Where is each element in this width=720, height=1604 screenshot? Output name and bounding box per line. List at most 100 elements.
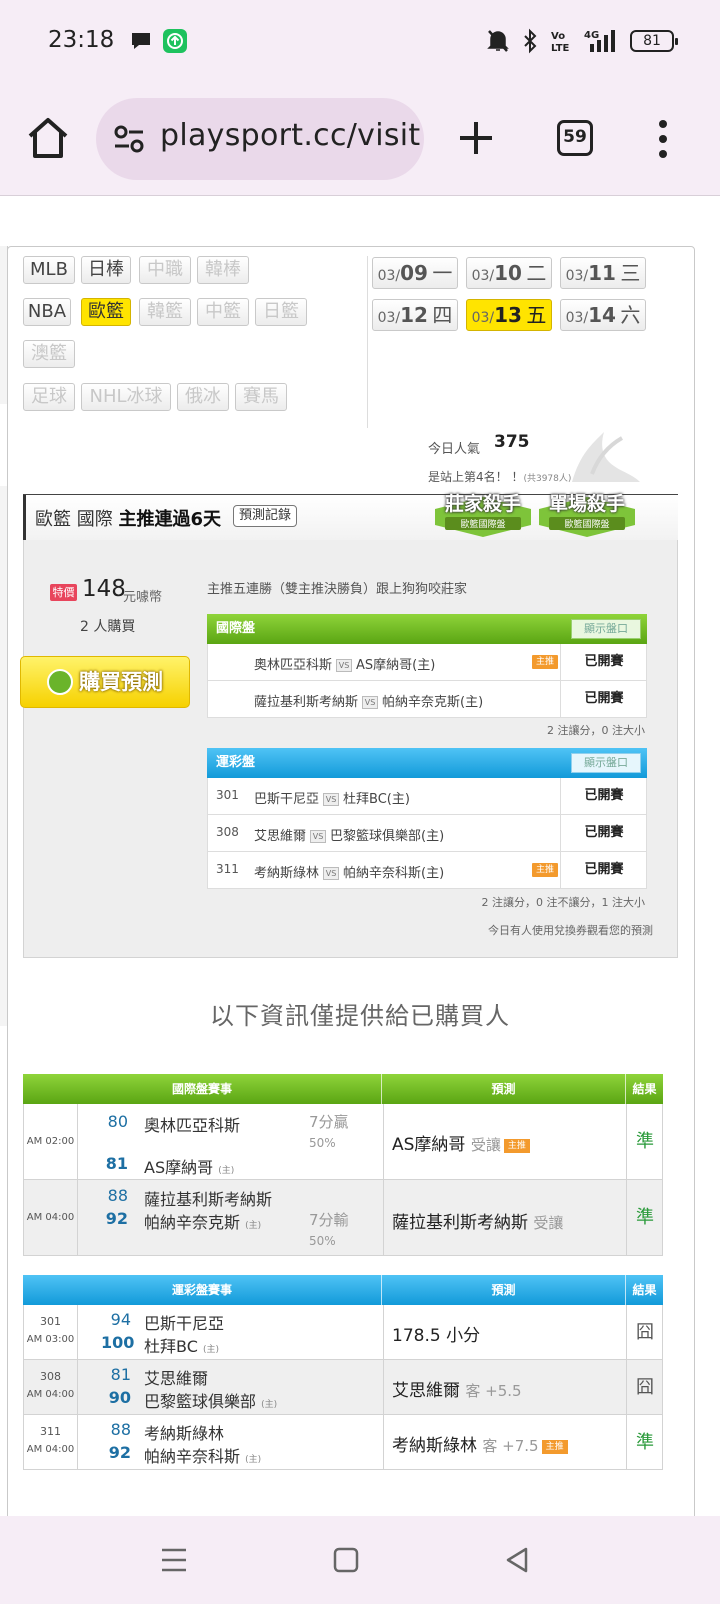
away-team: 巴斯干尼亞	[144, 1314, 225, 1333]
more-menu-icon[interactable]	[656, 118, 670, 160]
away-team: 薩拉基利斯考納斯	[144, 1190, 273, 1209]
match-number: 311	[216, 862, 239, 876]
address-bar[interactable]: playsport.cc/visit	[96, 98, 424, 180]
home-team: 巴黎籃球俱樂部 (主)	[144, 1388, 277, 1412]
prediction-cell: 考納斯綠林 客 +7.5 主推	[383, 1415, 627, 1469]
sport-tab-5[interactable]: 歐籃	[81, 298, 131, 326]
prediction-type: 受讓	[533, 1214, 564, 1232]
handicap-percent: 50%	[309, 1136, 336, 1150]
coin-icon	[47, 669, 73, 695]
home-team-name: 巴黎籃球俱樂部	[144, 1392, 257, 1411]
chat-bubble-icon	[132, 33, 150, 49]
vs-icon: VS	[336, 659, 353, 672]
new-tab-icon[interactable]	[452, 112, 500, 164]
date-day: 11	[588, 261, 616, 285]
home-icon[interactable]	[24, 112, 72, 164]
app-update-icon	[163, 29, 187, 53]
show-odds-button[interactable]: 顯示盤口	[571, 753, 641, 773]
prediction-team: AS摩納哥	[392, 1135, 466, 1155]
home-mark: (主)	[202, 1345, 219, 1355]
home-mark: (主)	[245, 1455, 262, 1465]
col-match: 國際盤賽事	[23, 1074, 382, 1104]
home-score: 90	[108, 1388, 131, 1407]
prediction-record-button[interactable]: 預測記錄	[233, 505, 298, 527]
home-score: 92	[108, 1443, 131, 1462]
home-team: 帕納辛奈克斯 (主)	[144, 1209, 261, 1233]
sport-tab-7[interactable]: 中籃	[197, 298, 249, 326]
volte-icon: VoLTE	[551, 31, 570, 54]
match-status: 已開賽	[560, 815, 647, 851]
date-month: 03/	[471, 310, 495, 326]
sport-tab-11[interactable]: NHL冰球	[81, 383, 171, 411]
tab-switcher-button[interactable]: 59	[557, 120, 593, 156]
sport-tab-10[interactable]: 足球	[23, 383, 75, 411]
sport-tab-1[interactable]: 日棒	[81, 256, 131, 284]
prediction-cell: AS摩納哥 受讓 主推	[383, 1104, 627, 1179]
col-result: 結果	[632, 1082, 657, 1096]
match-teams: 艾思維爾 VS 巴黎籃球俱樂部(主)	[254, 825, 444, 844]
badge-subtitle: 歐籃國際盤	[549, 517, 625, 530]
match-teams: 巴斯干尼亞 VS 杜拜BC(主)	[254, 788, 410, 807]
date-tab-5[interactable]: 03/14 六	[560, 299, 646, 331]
result-mark: 準	[636, 1207, 654, 1228]
result-row: 301 AM 03:00 94 巴斯干尼亞 100 杜拜BC (主) 178.5 小分 囧	[23, 1305, 663, 1360]
home-team: 帕納辛奈科斯(主)	[343, 866, 445, 881]
home-team-name: 帕納辛奈科斯	[144, 1447, 241, 1466]
vs-icon: VS	[323, 793, 340, 806]
match-number: 308	[40, 1370, 61, 1383]
status-time: 23:18	[48, 27, 115, 53]
badge-title: 莊家殺手	[444, 493, 521, 515]
handicap-value: 7分輸	[309, 1211, 349, 1229]
show-odds-button[interactable]: 顯示盤口	[571, 619, 641, 639]
vs-icon: VS	[323, 867, 340, 880]
sport-tab-13[interactable]: 賽馬	[235, 383, 287, 411]
home-score: 92	[105, 1209, 128, 1228]
sport-tab-0[interactable]: MLB	[23, 256, 75, 284]
date-tab-1[interactable]: 03/10 二	[466, 257, 552, 289]
match-status: 已開賽	[560, 681, 647, 717]
sport-tab-12[interactable]: 俄冰	[177, 383, 229, 411]
handicap: 7分輸 50%	[309, 1210, 349, 1251]
result-row: 308 AM 04:00 81 艾思維爾 90 巴黎籃球俱樂部 (主) 艾思維爾 客 +5.…	[23, 1360, 663, 1415]
buy-prediction-button[interactable]: 購買預測	[20, 656, 190, 708]
match-time: AM 03:00	[26, 1334, 75, 1345]
sport-tab-4[interactable]: NBA	[23, 298, 71, 326]
date-tab-4[interactable]: 03/13 五	[466, 299, 552, 331]
match-row: 311 考納斯綠林 VS 帕納辛奈科斯(主) 主推 已開賽	[207, 852, 647, 889]
mute-icon	[487, 30, 509, 52]
date-tab-0[interactable]: 03/09 一	[372, 257, 458, 289]
vs-icon: VS	[362, 696, 379, 709]
match-time: AM 04:00	[26, 1389, 75, 1400]
match-status: 已開賽	[560, 852, 647, 888]
browser-toolbar: playsport.cc/visit 59	[0, 84, 720, 196]
col-prediction: 預測	[382, 1074, 626, 1104]
url-text: playsport.cc/visit	[160, 118, 421, 153]
sport-tab-9[interactable]: 澳籃	[23, 340, 75, 368]
sport-tab-2[interactable]: 中職	[139, 256, 191, 284]
sport-tab-8[interactable]: 日籃	[255, 298, 307, 326]
result-mark: 準	[636, 1432, 654, 1453]
sport-tab-3[interactable]: 韓棒	[197, 256, 249, 284]
col-match: 運彩盤賽事	[23, 1275, 382, 1305]
svg-text:Vo: Vo	[551, 31, 565, 42]
away-team: 考納斯綠林	[144, 1424, 225, 1443]
site-settings-icon[interactable]	[112, 122, 146, 156]
prediction-cell: 178.5 小分	[383, 1305, 627, 1359]
date-tab-3[interactable]: 03/12 四	[372, 299, 458, 331]
prediction-type: 客 +7.5	[482, 1437, 539, 1455]
recent-apps-icon[interactable]	[158, 1544, 190, 1576]
col-result: 結果	[632, 1283, 657, 1297]
home-nav-icon[interactable]	[330, 1544, 362, 1576]
away-score: 88	[110, 1420, 131, 1439]
price-unit: 元噱幣	[123, 590, 163, 605]
home-team-name: 杜拜BC	[144, 1337, 198, 1356]
sport-tab-6[interactable]: 韓籃	[139, 298, 191, 326]
main-pick-badge: 主推	[532, 863, 558, 877]
date-weekday: 二	[526, 261, 547, 285]
back-icon[interactable]	[502, 1544, 534, 1576]
prediction-team: 艾思維爾	[392, 1381, 460, 1401]
match-info: 311 AM 04:00	[24, 1415, 78, 1469]
date-weekday: 一	[432, 261, 453, 285]
date-month: 03/	[471, 268, 495, 284]
date-tab-2[interactable]: 03/11 三	[560, 257, 646, 289]
